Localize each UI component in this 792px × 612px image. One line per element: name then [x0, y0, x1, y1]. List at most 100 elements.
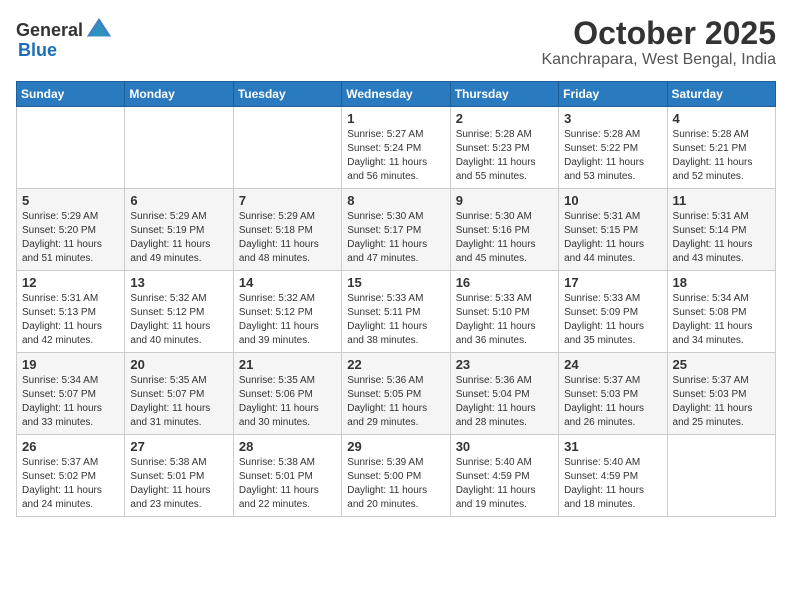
- weekday-header-monday: Monday: [125, 82, 233, 107]
- weekday-header-saturday: Saturday: [667, 82, 775, 107]
- day-number: 29: [347, 439, 444, 454]
- page-header: General Blue October 2025 Kanchrapara, W…: [16, 16, 776, 69]
- day-number: 4: [673, 111, 770, 126]
- calendar-cell: 12 Sunrise: 5:31 AM Sunset: 5:13 PM Dayli…: [17, 271, 125, 353]
- calendar-cell: 11 Sunrise: 5:31 AM Sunset: 5:14 PM Dayli…: [667, 189, 775, 271]
- calendar-cell: 31Sunrise: 5:40 AM Sunset: 4:59 PM Dayli…: [559, 435, 667, 517]
- day-number: 11: [673, 193, 770, 208]
- calendar-cell: [233, 107, 341, 189]
- week-row-1: 1 Sunrise: 5:27 AM Sunset: 5:24 PM Daylig…: [17, 107, 776, 189]
- day-info: Sunrise: 5:37 AM Sunset: 5:03 PM Dayligh…: [564, 374, 661, 430]
- calendar-cell: 30 Sunrise: 5:40 AM Sunset: 4:59 PM Dayli…: [450, 435, 558, 517]
- day-number: 2: [456, 111, 553, 126]
- calendar-cell: 9 Sunrise: 5:30 AM Sunset: 5:16 PM Daylig…: [450, 189, 558, 271]
- calendar-cell: 1 Sunrise: 5:27 AM Sunset: 5:24 PM Daylig…: [342, 107, 450, 189]
- day-number: 3: [564, 111, 661, 126]
- day-number: 17: [564, 275, 661, 290]
- day-number: 12: [22, 275, 119, 290]
- calendar-cell: 18Sunrise: 5:34 AM Sunset: 5:08 PM Dayli…: [667, 271, 775, 353]
- location-title: Kanchrapara, West Bengal, India: [541, 51, 776, 69]
- calendar-cell: 14Sunrise: 5:32 AM Sunset: 5:12 PM Dayli…: [233, 271, 341, 353]
- week-row-4: 19 Sunrise: 5:34 AM Sunset: 5:07 PM Dayli…: [17, 353, 776, 435]
- day-info: Sunrise: 5:35 AM Sunset: 5:07 PM Dayligh…: [130, 374, 227, 430]
- day-info: Sunrise: 5:37 AM Sunset: 5:02 PM Dayligh…: [22, 456, 119, 512]
- day-info: Sunrise: 5:34 AM Sunset: 5:07 PM Dayligh…: [22, 374, 119, 430]
- day-number: 24: [564, 357, 661, 372]
- day-number: 5: [22, 193, 119, 208]
- title-block: October 2025 Kanchrapara, West Bengal, I…: [541, 16, 776, 69]
- day-info: Sunrise: 5:29 AM Sunset: 5:18 PM Dayligh…: [239, 210, 336, 266]
- logo: General Blue: [16, 16, 113, 61]
- calendar-cell: 16Sunrise: 5:33 AM Sunset: 5:10 PM Dayli…: [450, 271, 558, 353]
- calendar-cell: 17 Sunrise: 5:33 AM Sunset: 5:09 PM Dayli…: [559, 271, 667, 353]
- calendar-cell: [17, 107, 125, 189]
- calendar-cell: 19 Sunrise: 5:34 AM Sunset: 5:07 PM Dayli…: [17, 353, 125, 435]
- day-info: Sunrise: 5:27 AM Sunset: 5:24 PM Dayligh…: [347, 128, 444, 184]
- weekday-header-thursday: Thursday: [450, 82, 558, 107]
- calendar-cell: 4 Sunrise: 5:28 AM Sunset: 5:21 PM Daylig…: [667, 107, 775, 189]
- day-number: 19: [22, 357, 119, 372]
- week-row-3: 12 Sunrise: 5:31 AM Sunset: 5:13 PM Dayli…: [17, 271, 776, 353]
- day-info: Sunrise: 5:38 AM Sunset: 5:01 PM Dayligh…: [130, 456, 227, 512]
- day-info: Sunrise: 5:31 AM Sunset: 5:15 PM Dayligh…: [564, 210, 661, 266]
- day-info: Sunrise: 5:39 AM Sunset: 5:00 PM Dayligh…: [347, 456, 444, 512]
- day-number: 26: [22, 439, 119, 454]
- day-info: Sunrise: 5:35 AM Sunset: 5:06 PM Dayligh…: [239, 374, 336, 430]
- day-info: Sunrise: 5:31 AM Sunset: 5:13 PM Dayligh…: [22, 292, 119, 348]
- logo-general-text: General: [16, 20, 83, 41]
- day-info: Sunrise: 5:36 AM Sunset: 5:05 PM Dayligh…: [347, 374, 444, 430]
- day-number: 9: [456, 193, 553, 208]
- calendar-cell: 3 Sunrise: 5:28 AM Sunset: 5:22 PM Daylig…: [559, 107, 667, 189]
- day-info: Sunrise: 5:28 AM Sunset: 5:21 PM Dayligh…: [673, 128, 770, 184]
- day-number: 18: [673, 275, 770, 290]
- day-number: 8: [347, 193, 444, 208]
- calendar-cell: 10Sunrise: 5:31 AM Sunset: 5:15 PM Dayli…: [559, 189, 667, 271]
- calendar-cell: 7Sunrise: 5:29 AM Sunset: 5:18 PM Daylig…: [233, 189, 341, 271]
- logo-icon: [85, 16, 113, 44]
- calendar-cell: 6Sunrise: 5:29 AM Sunset: 5:19 PM Daylig…: [125, 189, 233, 271]
- day-info: Sunrise: 5:28 AM Sunset: 5:22 PM Dayligh…: [564, 128, 661, 184]
- calendar-cell: [125, 107, 233, 189]
- weekday-header-tuesday: Tuesday: [233, 82, 341, 107]
- day-number: 1: [347, 111, 444, 126]
- week-row-2: 5 Sunrise: 5:29 AM Sunset: 5:20 PM Daylig…: [17, 189, 776, 271]
- day-info: Sunrise: 5:40 AM Sunset: 4:59 PM Dayligh…: [564, 456, 661, 512]
- day-info: Sunrise: 5:30 AM Sunset: 5:17 PM Dayligh…: [347, 210, 444, 266]
- day-number: 21: [239, 357, 336, 372]
- day-number: 30: [456, 439, 553, 454]
- calendar-cell: 25 Sunrise: 5:37 AM Sunset: 5:03 PM Dayli…: [667, 353, 775, 435]
- calendar-cell: 5 Sunrise: 5:29 AM Sunset: 5:20 PM Daylig…: [17, 189, 125, 271]
- weekday-header-row: SundayMondayTuesdayWednesdayThursdayFrid…: [17, 82, 776, 107]
- day-info: Sunrise: 5:30 AM Sunset: 5:16 PM Dayligh…: [456, 210, 553, 266]
- weekday-header-wednesday: Wednesday: [342, 82, 450, 107]
- day-info: Sunrise: 5:29 AM Sunset: 5:20 PM Dayligh…: [22, 210, 119, 266]
- calendar-cell: 28Sunrise: 5:38 AM Sunset: 5:01 PM Dayli…: [233, 435, 341, 517]
- day-info: Sunrise: 5:40 AM Sunset: 4:59 PM Dayligh…: [456, 456, 553, 512]
- calendar-cell: 24 Sunrise: 5:37 AM Sunset: 5:03 PM Dayli…: [559, 353, 667, 435]
- calendar-cell: 23Sunrise: 5:36 AM Sunset: 5:04 PM Dayli…: [450, 353, 558, 435]
- day-info: Sunrise: 5:31 AM Sunset: 5:14 PM Dayligh…: [673, 210, 770, 266]
- day-number: 20: [130, 357, 227, 372]
- logo-blue-text: Blue: [18, 40, 57, 61]
- day-info: Sunrise: 5:29 AM Sunset: 5:19 PM Dayligh…: [130, 210, 227, 266]
- month-title: October 2025: [541, 16, 776, 51]
- day-number: 27: [130, 439, 227, 454]
- weekday-header-friday: Friday: [559, 82, 667, 107]
- day-info: Sunrise: 5:33 AM Sunset: 5:09 PM Dayligh…: [564, 292, 661, 348]
- day-info: Sunrise: 5:38 AM Sunset: 5:01 PM Dayligh…: [239, 456, 336, 512]
- day-number: 14: [239, 275, 336, 290]
- day-number: 15: [347, 275, 444, 290]
- calendar-cell: 15 Sunrise: 5:33 AM Sunset: 5:11 PM Dayli…: [342, 271, 450, 353]
- calendar-cell: 27 Sunrise: 5:38 AM Sunset: 5:01 PM Dayli…: [125, 435, 233, 517]
- day-number: 22: [347, 357, 444, 372]
- day-info: Sunrise: 5:37 AM Sunset: 5:03 PM Dayligh…: [673, 374, 770, 430]
- day-info: Sunrise: 5:33 AM Sunset: 5:11 PM Dayligh…: [347, 292, 444, 348]
- day-number: 25: [673, 357, 770, 372]
- day-number: 23: [456, 357, 553, 372]
- calendar-cell: 29 Sunrise: 5:39 AM Sunset: 5:00 PM Dayli…: [342, 435, 450, 517]
- calendar-cell: 26 Sunrise: 5:37 AM Sunset: 5:02 PM Dayli…: [17, 435, 125, 517]
- calendar-cell: 22 Sunrise: 5:36 AM Sunset: 5:05 PM Dayli…: [342, 353, 450, 435]
- calendar-table: SundayMondayTuesdayWednesdayThursdayFrid…: [16, 81, 776, 517]
- week-row-5: 26 Sunrise: 5:37 AM Sunset: 5:02 PM Dayli…: [17, 435, 776, 517]
- day-info: Sunrise: 5:33 AM Sunset: 5:10 PM Dayligh…: [456, 292, 553, 348]
